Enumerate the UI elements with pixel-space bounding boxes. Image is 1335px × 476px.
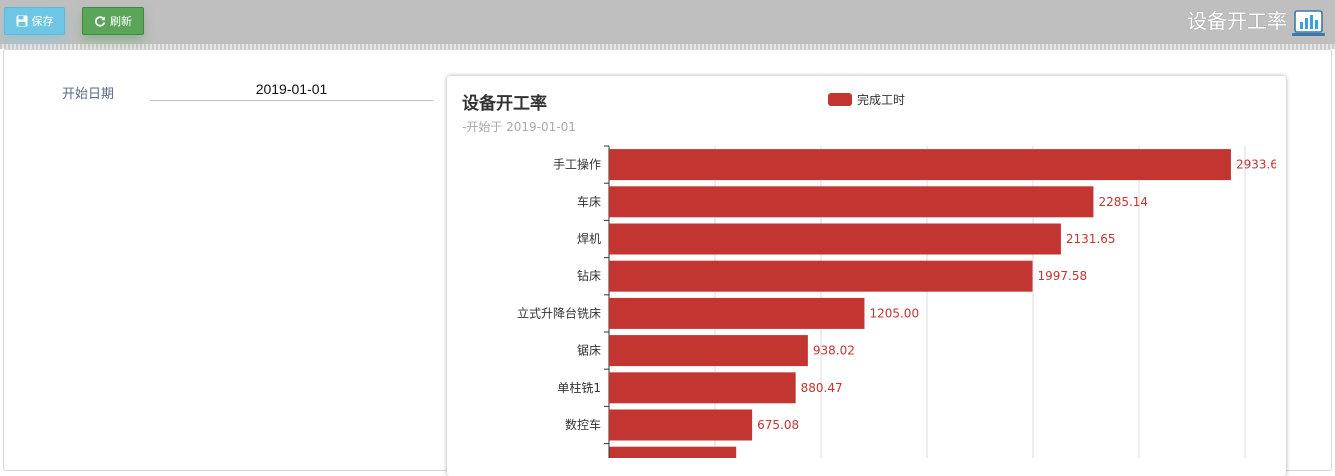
category-label: 手工操作 bbox=[553, 157, 601, 172]
bar bbox=[609, 297, 865, 329]
value-label: 2131.65 bbox=[1066, 232, 1116, 246]
value-label: 938.02 bbox=[813, 344, 855, 358]
category-label: 钻床 bbox=[577, 268, 601, 283]
category-label: 车床 bbox=[577, 194, 601, 209]
bar bbox=[609, 223, 1061, 255]
bar bbox=[609, 335, 808, 367]
value-label: 880.47 bbox=[801, 381, 843, 395]
value-label: 1205.00 bbox=[869, 306, 919, 320]
bar-chart: 手工操作 2933.67 车床 2285.14 焊机 2131.65 钻床 1997.58 立式… bbox=[517, 145, 1286, 458]
bar bbox=[609, 372, 796, 404]
bar-partial bbox=[609, 446, 737, 458]
value-label: 2933.67 bbox=[1236, 158, 1286, 172]
category-label: 焊机 bbox=[577, 231, 601, 246]
category-label: 单柱铣1 bbox=[557, 380, 601, 395]
value-label: 1997.58 bbox=[1037, 269, 1087, 283]
bar bbox=[609, 186, 1094, 218]
category-label: 锯床 bbox=[577, 343, 601, 358]
value-label: 675.08 bbox=[757, 418, 799, 432]
category-label: 立式升降台铣床 bbox=[517, 305, 601, 320]
bar bbox=[609, 409, 753, 441]
bar bbox=[609, 149, 1231, 181]
bar bbox=[609, 260, 1033, 292]
category-label: 数控车 bbox=[565, 417, 601, 432]
value-label: 2285.14 bbox=[1098, 195, 1148, 209]
